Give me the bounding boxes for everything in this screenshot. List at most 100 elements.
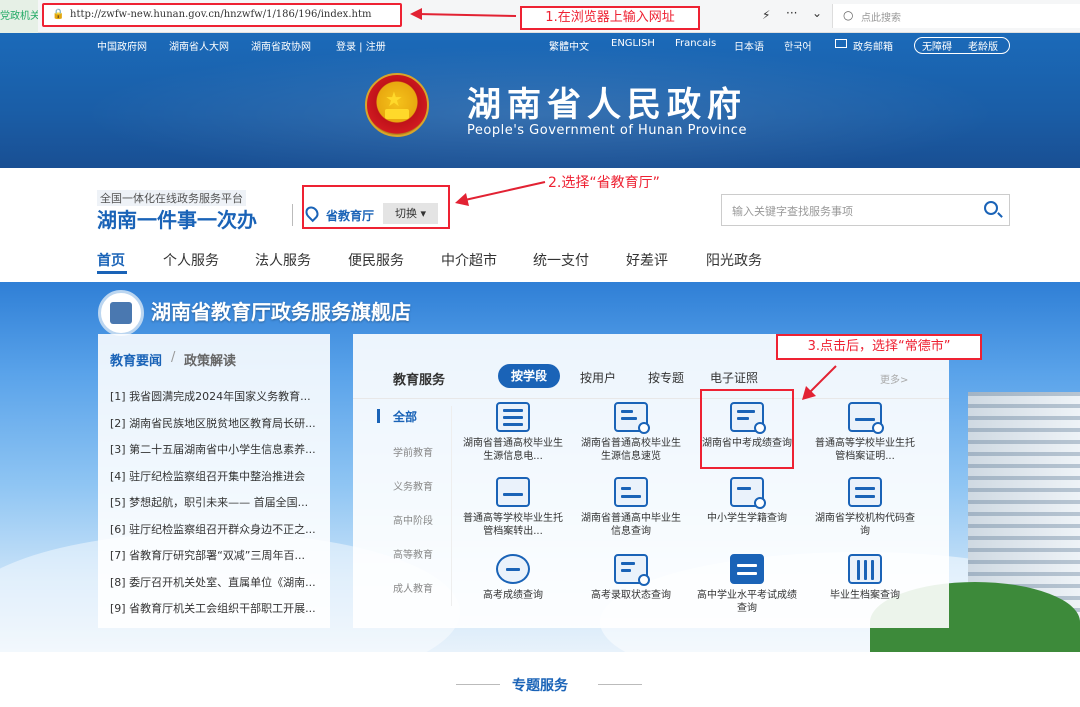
news-item[interactable]: [8] 委厅召开机关处室、直属单位《湖南... (110, 574, 326, 590)
nav-convenience[interactable]: 便民服务 (348, 250, 404, 270)
login-register-link[interactable]: 登录 | 注册 (336, 38, 386, 53)
service-label: 湖南省普通高校毕业生生源信息速览 (581, 438, 681, 462)
site-subtitle: People's Government of Hunan Province (467, 123, 747, 138)
accessibility-link[interactable]: 无障碍 (922, 38, 952, 53)
lang-english[interactable]: ENGLISH (611, 38, 655, 49)
address-bar[interactable]: 🔒 http://zwfw-new.hunan.gov.cn/hnzwfw/1/… (42, 3, 402, 27)
service-gaokao-admission[interactable]: 高考录取状态查询 (575, 554, 687, 615)
category-higher-ed[interactable]: 高等教育 (393, 546, 433, 561)
service-student-status[interactable]: 中小学生学籍查询 (691, 477, 803, 538)
nav-legal-person[interactable]: 法人服务 (255, 250, 311, 270)
service-highschool-graduate-info[interactable]: 湖南省普通高中毕业生信息查询 (575, 477, 687, 538)
news-panel: 教育要闻 / 政策解读 [1] 我省圆满完成2024年国家义务教育... [2]… (98, 334, 330, 628)
annotation-arrow-1 (410, 8, 517, 20)
search-icon[interactable] (984, 201, 998, 215)
tab-e-certificate[interactable]: 电子证照 (710, 369, 758, 386)
service-label: 普通高等学校毕业生托管档案转出... (463, 513, 563, 537)
lock-icon: 🔒 (52, 9, 65, 20)
service-label: 中小学生学籍查询 (707, 513, 787, 524)
nav-personal[interactable]: 个人服务 (163, 250, 219, 270)
divider (598, 684, 642, 685)
service-label: 湖南省普通高中毕业生信息查询 (581, 513, 681, 537)
tab-by-user[interactable]: 按用户 (580, 369, 616, 386)
news-item[interactable]: [2] 湖南省民族地区脱贫地区教育局长研... (110, 415, 326, 431)
nav-evaluation[interactable]: 好差评 (626, 250, 668, 270)
elder-mode-link[interactable]: 老龄版 (968, 38, 998, 53)
service-search-placeholder: 输入关键字查找服务事项 (732, 205, 853, 218)
browser-search-placeholder[interactable]: 点此搜索 (861, 9, 901, 24)
share-arrow-icon (496, 477, 530, 507)
lang-japanese[interactable]: 日本语 (734, 38, 764, 53)
service-label: 高考成绩查询 (483, 590, 543, 601)
annotation-step-2: 2.选择“省教育厅” (548, 175, 660, 191)
category-active-indicator (377, 409, 380, 423)
service-label: 湖南省普通高校毕业生生源信息电... (463, 438, 563, 462)
tab-education-news[interactable]: 教育要闻 (110, 350, 162, 369)
site-title: 湖南省人民政府 (467, 85, 747, 125)
service-label: 普通高等学校毕业生托管档案证明... (815, 438, 915, 462)
more-services-link[interactable]: 更多> (880, 371, 908, 386)
browser-search-box[interactable]: ○ 点此搜索 (832, 4, 1080, 28)
lang-french[interactable]: Francais (675, 38, 716, 49)
service-gaokao-score[interactable]: 高考成绩查询 (457, 554, 569, 615)
category-adult-ed[interactable]: 成人教育 (393, 580, 433, 595)
service-archive-transfer[interactable]: 普通高等学校毕业生托管档案转出... (457, 477, 569, 538)
news-item[interactable]: [3] 第二十五届湖南省中小学生信息素养... (110, 441, 326, 457)
nav-agency-market[interactable]: 中介超市 (441, 250, 497, 270)
news-item[interactable]: [5] 梦想起航，职引未来—— 首届全国... (110, 494, 326, 510)
category-all[interactable]: 全部 (393, 408, 417, 425)
tab-separator: / (171, 350, 176, 365)
tab-policy-interpretation[interactable]: 政策解读 (184, 350, 236, 369)
service-graduate-archive[interactable]: 毕业生档案查询 (809, 554, 921, 615)
lang-traditional[interactable]: 繁體中文 (549, 38, 589, 53)
tab-by-stage[interactable]: 按学段 (498, 364, 560, 388)
folder-badge-icon (848, 402, 884, 434)
nav-open-government[interactable]: 阳光政务 (706, 250, 762, 270)
id-search-icon (730, 477, 766, 509)
special-services-title: 专题服务 (512, 678, 568, 694)
service-graduate-info-e[interactable]: 湖南省普通高校毕业生生源信息电... (457, 402, 569, 463)
divider (353, 398, 949, 399)
tab-by-topic[interactable]: 按专题 (648, 369, 684, 386)
service-academic-level-score[interactable]: 高中学业水平考试成绩查询 (691, 554, 803, 615)
document-search-icon (496, 554, 530, 584)
service-archive-certificate[interactable]: 普通高等学校毕业生托管档案证明... (809, 402, 921, 463)
link-npc[interactable]: 湖南省人大网 (169, 38, 229, 53)
url-text[interactable]: http://zwfw-new.hunan.gov.cn/hnzwfw/1/18… (70, 9, 371, 20)
browser-toolbar: 党政机关 🔒 http://zwfw-new.hunan.gov.cn/hnzw… (0, 0, 1080, 33)
service-search-input[interactable]: 输入关键字查找服务事项 (721, 194, 1010, 226)
mail-link[interactable]: 政务邮箱 (853, 38, 893, 53)
browser-tab[interactable]: 党政机关 (0, 0, 38, 33)
news-item[interactable]: [9] 省教育厅机关工会组织干部职工开展... (110, 600, 326, 616)
more-icon[interactable]: ··· (786, 6, 797, 20)
divider (292, 204, 293, 226)
news-item[interactable]: [6] 驻厅纪检监察组召开群众身边不正之... (110, 521, 326, 537)
platform-logo-title[interactable]: 湖南一件事一次办 (97, 204, 257, 233)
category-preschool[interactable]: 学前教育 (393, 444, 433, 459)
service-label: 毕业生档案查询 (830, 590, 900, 601)
service-school-code[interactable]: 湖南省学校机构代码查询 (809, 477, 921, 538)
news-item[interactable]: [7] 省教育厅研究部署“双减”三周年百... (110, 547, 326, 563)
star-icon: ★ (385, 87, 403, 111)
category-compulsory[interactable]: 义务教育 (393, 478, 433, 493)
national-emblem-icon: ★ (365, 73, 429, 137)
link-gov-cn[interactable]: 中国政府网 (97, 38, 147, 53)
nav-home[interactable]: 首页 (97, 250, 125, 270)
category-high-school[interactable]: 高中阶段 (393, 512, 433, 527)
database-icon (496, 402, 530, 432)
lang-korean[interactable]: 한국어 (784, 38, 812, 53)
nav-payment[interactable]: 统一支付 (533, 250, 589, 270)
gate-icon (385, 109, 409, 119)
service-graduate-info-browse[interactable]: 湖南省普通高校毕业生生源信息速览 (575, 402, 687, 463)
chevron-down-icon[interactable]: ⌄ (812, 6, 822, 20)
link-cppcc[interactable]: 湖南省政协网 (251, 38, 311, 53)
archive-bars-icon (848, 554, 882, 584)
store-title: 湖南省教育厅政务服务旗舰店 (151, 300, 411, 324)
news-item[interactable]: [1] 我省圆满完成2024年国家义务教育... (110, 388, 326, 404)
news-item[interactable]: [4] 驻厅纪检监察组召开集中整治推进会 (110, 468, 326, 484)
switch-department-button[interactable]: 切换 ▾ (383, 203, 438, 224)
search-icon: ○ (843, 8, 854, 22)
service-label: 湖南省学校机构代码查询 (815, 513, 915, 537)
bolt-icon[interactable]: ⚡ (762, 8, 770, 22)
site-header: 中国政府网 湖南省人大网 湖南省政协网 登录 | 注册 繁體中文 ENGLISH… (0, 33, 1080, 168)
